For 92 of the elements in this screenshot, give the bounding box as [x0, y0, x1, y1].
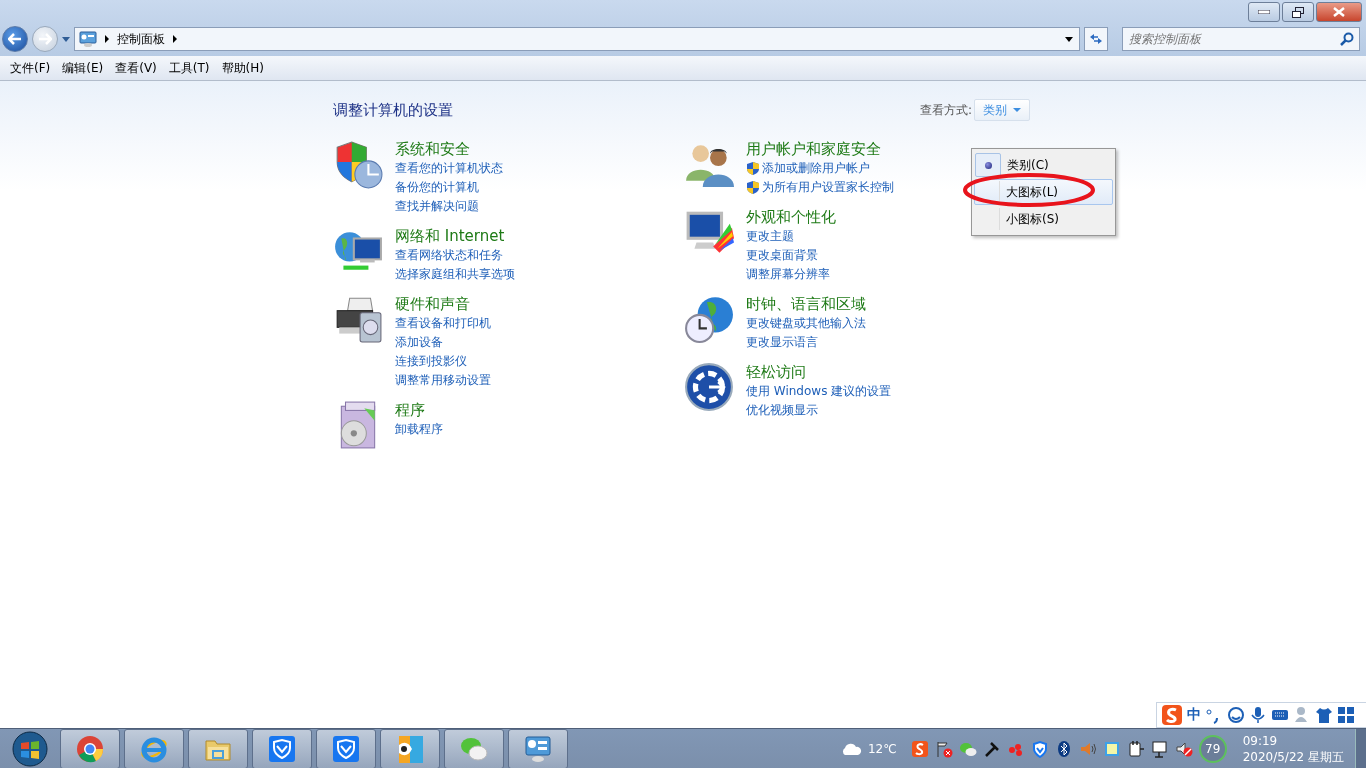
input-mode-toggle[interactable]: 中	[1187, 706, 1201, 724]
menu-item[interactable]: 文件(F)	[4, 59, 57, 77]
category-link[interactable]: 外观和个性化	[746, 207, 836, 227]
page-heading: 调整计算机的设置	[333, 100, 453, 120]
task-link[interactable]: 查找并解决问题	[395, 197, 503, 216]
close-icon	[1333, 7, 1345, 17]
history-dropdown-icon[interactable]	[62, 36, 70, 42]
breadcrumb[interactable]: 控制面板	[117, 30, 165, 48]
task-link[interactable]: 调整常用移动设置	[395, 371, 491, 390]
taskbar-button[interactable]	[508, 729, 568, 768]
taskbar-button[interactable]	[316, 729, 376, 768]
category-link[interactable]: 系统和安全	[395, 139, 503, 159]
taskbar-button[interactable]	[188, 729, 248, 768]
restore-button[interactable]	[1282, 2, 1314, 22]
chrome-ball-icon	[76, 735, 104, 763]
taskbar-button[interactable]	[380, 729, 440, 768]
menu-item[interactable]: 工具(T)	[162, 59, 216, 77]
temperature-text: 12℃	[867, 742, 897, 756]
category-link[interactable]: 用户帐户和家庭安全	[746, 139, 894, 159]
task-link[interactable]: 更改主题	[746, 227, 836, 246]
e-letter-icon	[140, 735, 168, 763]
task-link[interactable]: 查看您的计算机状态	[395, 159, 503, 178]
smiley-icon[interactable]	[1227, 706, 1245, 724]
sogou-logo-icon[interactable]	[910, 740, 929, 758]
forward-arrow-icon	[38, 33, 52, 45]
uac-shield-icon	[746, 161, 760, 176]
shirt-icon[interactable]	[1315, 706, 1333, 724]
taskbar-button[interactable]	[444, 729, 504, 768]
task-link[interactable]: 卸载程序	[395, 420, 443, 439]
category-link[interactable]: 轻松访问	[746, 362, 892, 382]
radio-dot-icon	[984, 161, 992, 169]
task-link[interactable]: 查看设备和打印机	[395, 314, 491, 333]
memory-meter[interactable]: 79	[1198, 735, 1227, 763]
menu-item[interactable]: 查看(V)	[109, 59, 163, 77]
refresh-button[interactable]	[1084, 27, 1108, 51]
globe-clock-icon[interactable]	[684, 294, 734, 344]
menu-option[interactable]: 小图标(S)	[974, 206, 1113, 232]
task-link[interactable]: 更改显示语言	[746, 333, 866, 352]
category-link[interactable]: 程序	[395, 400, 443, 420]
menu-item[interactable]: 帮助(H)	[215, 59, 270, 77]
shield-check-icon	[332, 735, 360, 763]
task-link[interactable]: 优化视频显示	[746, 401, 892, 420]
grid-icon[interactable]	[1337, 706, 1355, 724]
task-link[interactable]: 备份您的计算机	[395, 178, 503, 197]
task-link[interactable]: 连接到投影仪	[395, 352, 491, 371]
shield-check-icon[interactable]	[1030, 740, 1049, 758]
breadcrumb-separator-icon[interactable]	[173, 35, 177, 43]
task-link[interactable]: 查看网络状态和任务	[395, 246, 515, 265]
eye-document-icon	[396, 735, 424, 763]
task-link[interactable]: 使用 Windows 建议的设置	[746, 382, 892, 401]
chat-bubbles-icon	[460, 735, 488, 763]
network-icon[interactable]	[1150, 740, 1169, 758]
flag-error-icon[interactable]	[934, 740, 953, 758]
uac-shield-icon	[746, 180, 760, 195]
task-link[interactable]: 添加设备	[395, 333, 491, 352]
address-dropdown-icon[interactable]	[1065, 36, 1073, 42]
menu-item[interactable]: 编辑(E)	[56, 59, 110, 77]
control-panel-icon	[524, 735, 552, 763]
category-link[interactable]: 时钟、语言和区域	[746, 294, 866, 314]
view-by-label: 查看方式:	[919, 101, 972, 119]
taskbar-button[interactable]	[252, 729, 312, 768]
close-button[interactable]	[1316, 2, 1362, 22]
breadcrumb-separator-icon[interactable]	[105, 35, 109, 43]
task-link[interactable]: 选择家庭组和共享选项	[395, 265, 515, 284]
task-link[interactable]: 调整屏幕分辨率	[746, 265, 836, 284]
task-link[interactable]: 更改键盘或其他输入法	[746, 314, 866, 333]
microphone-icon[interactable]	[1249, 706, 1267, 724]
back-arrow-icon	[8, 33, 22, 45]
accessibility-icon[interactable]	[684, 362, 734, 412]
restore-icon	[1292, 6, 1304, 18]
control-panel-icon	[79, 31, 97, 47]
taskbar-button[interactable]	[60, 729, 120, 768]
search-icon[interactable]	[1340, 32, 1354, 46]
task-link[interactable]: 更改桌面背景	[746, 246, 836, 265]
shield-check-icon	[268, 735, 296, 763]
minimize-icon	[1258, 10, 1270, 14]
chat-bubbles-icon[interactable]	[958, 740, 977, 758]
category-link[interactable]: 硬件和声音	[395, 294, 491, 314]
search-field[interactable]: 搜索控制面板	[1122, 27, 1360, 51]
refresh-icon	[1089, 33, 1103, 45]
power-plug-icon[interactable]	[1126, 740, 1145, 758]
address-bar[interactable]: 控制面板	[74, 27, 1080, 51]
task-link[interactable]: 为所有用户设置家长控制	[762, 178, 894, 197]
task-link[interactable]: 添加或删除用户帐户	[762, 159, 870, 178]
menu-option[interactable]: 类别(C)	[974, 152, 1113, 178]
taskbar-button[interactable]	[124, 729, 184, 768]
show-desktop-button[interactable]	[1355, 729, 1366, 768]
category-link[interactable]: 网络和 Internet	[395, 226, 515, 246]
back-button[interactable]	[2, 26, 28, 52]
view-by-dropdown[interactable]: 类别	[974, 99, 1030, 121]
muted-speaker-icon[interactable]	[1174, 740, 1193, 758]
minimize-button[interactable]	[1248, 2, 1280, 22]
